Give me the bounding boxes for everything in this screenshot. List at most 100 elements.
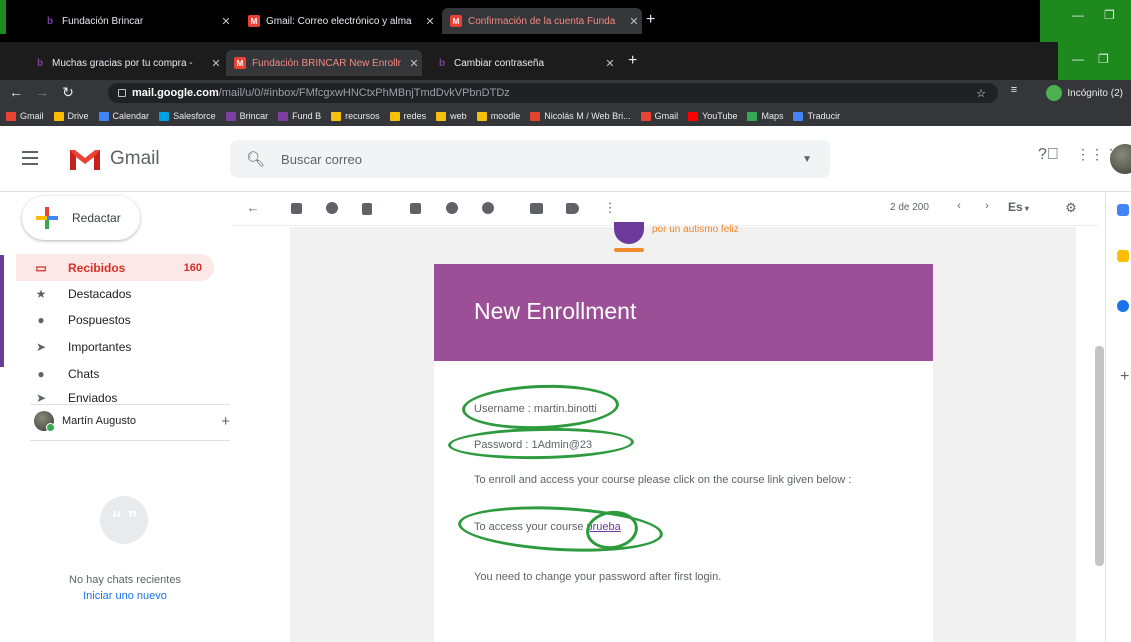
message-toolbar: ← ⋮ 2 de 200 ‹ › Es ▾ ⚙	[232, 192, 1098, 226]
sidebar-item-enviados[interactable]: ➤ Enviados	[16, 387, 214, 403]
snooze-icon[interactable]	[446, 202, 458, 214]
gmail-m-icon	[70, 150, 100, 170]
input-tools-button[interactable]: Es ▾	[1008, 200, 1029, 214]
account-avatar[interactable]	[1110, 144, 1131, 174]
brincar-favicon: b	[46, 15, 54, 27]
gmail-logo[interactable]: Gmail	[68, 146, 160, 172]
label-icon[interactable]	[566, 203, 579, 214]
reload-icon[interactable]: ↻	[58, 84, 78, 101]
bookmark-item[interactable]: Gmail	[6, 111, 44, 121]
browser-tab[interactable]: M Gmail: Correo electrónico y alma ✕	[240, 8, 438, 34]
browser-tab[interactable]: b Muchas gracias por tu compra - ✕	[26, 50, 224, 76]
bookmark-icon	[225, 111, 236, 121]
close-tab-icon[interactable]: ✕	[626, 15, 642, 28]
lock-icon	[118, 89, 126, 97]
url-host: mail.google.com	[132, 87, 219, 99]
bookmark-item[interactable]: YouTube	[688, 111, 737, 121]
back-arrow-icon[interactable]: ←	[6, 84, 26, 100]
incognito-indicator[interactable]: Incógnito (2)	[1046, 83, 1123, 103]
sidebar-item-label: Enviados	[68, 391, 118, 403]
url-input[interactable]: mail.google.com /mail/u/0/#inbox/FMfcgxw…	[108, 83, 998, 103]
bookmark-item[interactable]: Nicolás M / Web Bri...	[530, 111, 631, 121]
bookmark-item[interactable]: moodle	[476, 111, 521, 121]
add-to-tasks-icon[interactable]	[482, 202, 494, 214]
bookmark-label: moodle	[490, 111, 521, 121]
sidebar-item-pospuestos[interactable]: ● Pospuestos	[16, 306, 214, 333]
bookmark-icon	[6, 111, 16, 121]
bookmark-item[interactable]: Fund B	[278, 111, 321, 121]
move-to-icon[interactable]	[530, 203, 543, 214]
pagination-count: 2 de 200	[890, 202, 929, 213]
search-placeholder: Buscar correo	[281, 151, 362, 167]
keep-icon[interactable]	[1117, 250, 1129, 262]
add-chat-icon[interactable]: +	[221, 413, 230, 430]
search-input[interactable]: 🔍︎ Buscar correo ▼	[230, 140, 830, 178]
browser-tab[interactable]: b Cambiar contraseña ✕	[428, 50, 618, 76]
mark-unread-icon[interactable]	[410, 203, 421, 214]
sidebar-item-recibidos[interactable]: ▭ Recibidos 160	[16, 254, 214, 281]
close-tab-icon[interactable]: ✕	[422, 15, 438, 28]
sidebar-item-importantes[interactable]: ➤ Importantes	[16, 333, 214, 360]
maximize-icon[interactable]: ❐	[1104, 8, 1115, 22]
search-options-icon[interactable]: ▼	[802, 154, 812, 165]
sidebar-item-label: Importantes	[68, 339, 132, 354]
sidebar-item-label: Destacados	[68, 286, 132, 301]
maximize-icon[interactable]: ❐	[1098, 52, 1109, 66]
bookmark-item[interactable]: web	[436, 111, 467, 121]
sidebar-item-destacados[interactable]: ★ Destacados	[16, 280, 214, 307]
close-tab-icon[interactable]: ✕	[406, 57, 422, 70]
bookmark-item[interactable]: Maps	[747, 111, 783, 121]
delete-icon[interactable]	[362, 203, 372, 215]
hangouts-user[interactable]: Martín Augusto +	[34, 408, 230, 434]
close-tab-icon[interactable]: ✕	[602, 57, 618, 70]
tasks-icon[interactable]	[1117, 300, 1129, 312]
bookmark-item[interactable]: redes	[389, 111, 426, 121]
brincar-favicon: b	[36, 57, 44, 69]
settings-gear-icon[interactable]: ⚙	[1062, 200, 1080, 216]
new-tab-icon[interactable]: +	[646, 11, 655, 29]
bookmark-item[interactable]: Drive	[53, 111, 89, 121]
hangouts-user-name: Martín Augusto	[62, 415, 136, 427]
tab-title: Gmail: Correo electrónico y alma	[266, 15, 412, 27]
bookmark-item[interactable]: Calendar	[98, 111, 149, 121]
search-icon[interactable]: 🔍︎	[246, 150, 265, 168]
start-new-chat-link[interactable]: Iniciar uno nuevo	[40, 590, 210, 602]
bookmark-item[interactable]: recursos	[331, 111, 380, 121]
forward-arrow-icon[interactable]: →	[32, 84, 52, 100]
bookmark-item[interactable]: Traducir	[793, 111, 840, 121]
older-chevron-icon[interactable]: ›	[978, 200, 996, 212]
close-tab-icon[interactable]: ✕	[208, 57, 224, 70]
sidebar-item-chats[interactable]: ● Chats	[16, 360, 214, 387]
more-options-icon[interactable]: ⋮	[601, 200, 619, 216]
help-icon[interactable]: ?⃝	[1038, 146, 1059, 164]
bookmark-icon	[640, 111, 651, 121]
message-scrollbar[interactable]	[1095, 346, 1104, 566]
back-to-inbox-icon[interactable]: ←	[244, 200, 262, 215]
bookmark-icon	[98, 111, 109, 121]
bookmark-label: Maps	[761, 111, 784, 121]
compose-plus-icon	[36, 207, 58, 229]
reading-list-icon[interactable]: ≡	[1004, 84, 1024, 96]
bookmark-item[interactable]: Salesforce	[159, 111, 216, 121]
browser-tab-active[interactable]: M Confirmación de la cuenta Funda ✕	[442, 8, 642, 34]
tab-title: Fundación Brincar	[62, 15, 144, 27]
browser-tab[interactable]: b Fundación Brincar ✕	[36, 8, 234, 34]
bookmark-star-icon[interactable]: ☆	[976, 87, 986, 100]
bookmark-item[interactable]: Gmail	[640, 111, 678, 121]
get-addons-icon[interactable]: +	[1120, 368, 1129, 386]
report-spam-icon[interactable]	[326, 202, 338, 214]
calendar-icon[interactable]	[1117, 204, 1129, 216]
archive-icon[interactable]	[291, 203, 302, 214]
close-tab-icon[interactable]: ✕	[218, 15, 234, 28]
new-tab-icon[interactable]: +	[628, 52, 637, 70]
browser-tab-strip: b Fundación Brincar ✕ M Gmail: Correo el…	[0, 0, 1131, 42]
minimize-icon[interactable]: —	[1072, 52, 1084, 66]
minimize-icon[interactable]: —	[1072, 8, 1084, 22]
browser-tab-active[interactable]: M Fundación BRINCAR New Enrollr ✕	[226, 50, 422, 76]
bookmark-item[interactable]: Brincar	[225, 111, 268, 121]
bookmark-icon	[688, 111, 699, 121]
newer-chevron-icon[interactable]: ‹	[950, 200, 968, 212]
main-menu-icon[interactable]	[22, 151, 38, 169]
input-language-label: Es	[1008, 200, 1023, 214]
compose-button[interactable]: Redactar	[22, 196, 140, 240]
